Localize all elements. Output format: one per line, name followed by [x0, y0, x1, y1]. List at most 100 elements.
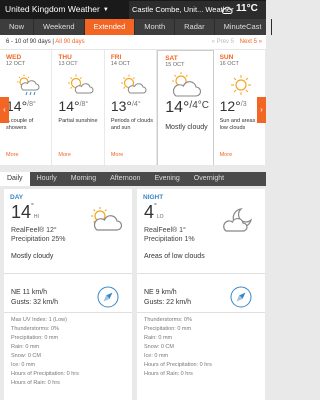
day-card-fri[interactable]: FRI 14 OCT 13°/4° Periods of clouds and …	[105, 50, 158, 165]
location-current-weather[interactable]: Castle Combe, Unit... Weather 11°C	[129, 1, 266, 19]
day-temperature: 12°/3	[220, 98, 247, 114]
day-description: Periods of clouds and sun	[110, 118, 154, 131]
more-link[interactable]: More	[6, 152, 19, 158]
tab-radar[interactable]: Radar	[175, 19, 215, 35]
panel-temp-tag: LO	[156, 214, 164, 220]
strip-header: 6 - 10 of 90 days | All 90 days « Prev 5…	[0, 35, 266, 50]
tab-morning[interactable]: Morning	[64, 172, 103, 186]
day-high: 14°	[58, 98, 80, 114]
next-5-link[interactable]: Next 5 »	[240, 39, 262, 45]
cloud-icon	[221, 6, 233, 14]
day-low: /3	[240, 101, 247, 108]
day-cards: WED 12 OCT 14°/8° A couple of showers Mo…	[0, 50, 266, 165]
sun-icon	[230, 75, 251, 95]
stat-hours-rain: Hours of Rain: 0 hrs	[11, 380, 60, 386]
night-stats-list: Thunderstorms: 0% Precipitation: 0 mm Ra…	[144, 316, 212, 379]
more-link[interactable]: More	[58, 152, 71, 158]
partly-sunny-icon	[120, 74, 147, 94]
panel-heading: DAY	[10, 194, 24, 201]
wind-direction-icon	[230, 286, 252, 308]
top-header: United Kingdom Weather ▼ Castle Combe, Un…	[0, 0, 266, 19]
tab-minutecast[interactable]: MinuteCast	[215, 19, 272, 35]
stat-hours-precipitation: Hours of Precipitation: 0 hrs	[11, 371, 79, 377]
day-panel: DAY 14° HI RealFeel® 12° Precipitation 25…	[4, 189, 132, 400]
day-description: A couple of showers	[6, 118, 34, 131]
day-low: /8°	[79, 101, 89, 108]
tab-weekend[interactable]: Weekend	[34, 19, 85, 35]
tab-afternoon[interactable]: Afternoon	[103, 172, 147, 186]
wind-direction-icon	[97, 286, 119, 308]
brand-menu[interactable]: United Kingdom Weather ▼	[5, 4, 109, 14]
night-panel: NIGHT 4° LO RealFeel® 1° Precipitation 1%…	[137, 189, 265, 400]
day-low: /8°	[27, 101, 36, 108]
partly-sunny-icon	[68, 74, 94, 94]
main-nav: Now Weekend Extended Month Radar MinuteC…	[0, 19, 272, 35]
day-high: 13°	[110, 98, 132, 114]
scroll-right-button[interactable]: ›	[257, 97, 266, 123]
panel-temp-value: 4	[144, 202, 155, 222]
day-temperature: 14°/8°	[6, 98, 36, 114]
day-stats-list: Max UV Index: 1 (Low) Thunderstorms: 0% …	[11, 316, 79, 388]
day-card-sat[interactable]: SAT 15 OCT 14°/4°C Mostly cloudy	[157, 50, 214, 165]
stat-snow: Snow: 0 CM	[144, 344, 174, 350]
stat-thunderstorms: Thunderstorms: 0%	[11, 326, 59, 332]
panel-temp-value: 14	[11, 202, 32, 222]
scroll-left-button[interactable]: ‹	[0, 97, 9, 123]
precipitation-chance: Precipitation 1%	[144, 236, 195, 243]
day-date: 15 OCT	[165, 62, 185, 68]
chevron-down-icon: ▼	[102, 7, 109, 13]
panel-temperature: 14° HI	[11, 202, 39, 223]
day-high: 14°	[6, 98, 28, 114]
stat-rain: Rain: 0 mm	[144, 335, 173, 341]
current-temperature: 11°C	[236, 3, 258, 14]
stat-uv-index: Max UV Index: 1 (Low)	[11, 317, 67, 323]
tab-extended[interactable]: Extended	[84, 19, 136, 35]
day-high: 14°	[165, 99, 190, 116]
day-range-text: 6 - 10 of 90 days |	[6, 39, 54, 45]
stat-ice: Ice: 0 mm	[11, 362, 36, 368]
day-name: SUN	[219, 54, 234, 61]
day-description: Partial sunshine	[58, 118, 98, 124]
divider	[4, 273, 132, 274]
period-tabs: Daily Hourly Morning Afternoon Evening O…	[0, 172, 266, 186]
sun-cloud-rain-icon	[17, 74, 40, 96]
wind-gusts: Gusts: 32 km/h	[11, 299, 59, 306]
day-description: Mostly cloudy	[165, 124, 208, 131]
panel-temp-tag: HI	[33, 214, 39, 220]
panel-description: Areas of low clouds	[144, 253, 205, 260]
divider	[137, 312, 265, 313]
more-link[interactable]: More	[111, 152, 124, 158]
more-link[interactable]: More	[220, 152, 233, 158]
stat-hours-precipitation: Hours of Precipitation: 0 hrs	[144, 362, 212, 368]
stat-ice: Ice: 0 mm	[144, 353, 169, 359]
tab-daily[interactable]: Daily	[0, 172, 30, 186]
tab-overnight[interactable]: Overnight	[187, 172, 231, 186]
all-days-link[interactable]: All 90 days	[55, 39, 84, 45]
day-temperature: 14°/8°	[58, 98, 88, 114]
prev-5-link[interactable]: « Prev 5	[212, 39, 234, 45]
stat-precipitation: Precipitation: 0 mm	[11, 335, 59, 341]
day-date: 12 OCT	[6, 61, 26, 67]
day-range: 6 - 10 of 90 days | All 90 days	[6, 39, 85, 45]
location-label: Castle Combe, Unit... Weather	[132, 5, 234, 14]
day-name: FRI	[110, 54, 122, 61]
day-card-thu[interactable]: THU 13 OCT 14°/8° Partial sunshine More	[52, 50, 105, 165]
wind-speed: NE 9 km/h	[144, 289, 177, 296]
tab-evening[interactable]: Evening	[147, 172, 186, 186]
tab-month[interactable]: Month	[135, 19, 176, 35]
panel-description: Mostly cloudy	[11, 253, 54, 260]
day-temperature: 14°/4°C	[165, 99, 209, 117]
tab-now[interactable]: Now	[0, 19, 35, 35]
day-high: 12°	[219, 98, 241, 114]
stat-precipitation: Precipitation: 0 mm	[144, 326, 192, 332]
day-date: 16 OCT	[219, 61, 239, 67]
panel-heading: NIGHT	[143, 194, 164, 201]
tab-hourly[interactable]: Hourly	[30, 172, 64, 186]
day-temperature: 13°/4°	[111, 98, 141, 114]
day-date: 14 OCT	[110, 61, 131, 67]
stat-rain: Rain: 0 mm	[11, 344, 40, 350]
mostly-cloudy-icon	[172, 72, 202, 97]
mostly-cloudy-icon	[91, 207, 123, 231]
day-name: THU	[58, 54, 72, 61]
panel-temperature: 4° LO	[144, 202, 164, 223]
